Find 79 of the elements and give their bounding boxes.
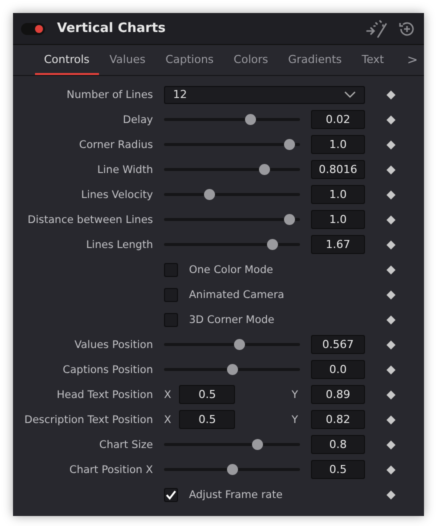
keyframe-diamond-icon[interactable] <box>386 140 396 150</box>
keyframe-diamond-icon[interactable] <box>386 390 396 400</box>
enable-toggle[interactable] <box>21 22 45 34</box>
axis-label: X <box>164 388 172 400</box>
control-label: Number of Lines <box>66 88 153 100</box>
keyframe-diamond-icon[interactable] <box>386 490 396 500</box>
keyframe-diamond-icon[interactable] <box>386 314 396 324</box>
checkbox-label: Animated Camera <box>189 288 284 300</box>
slider-thumb[interactable] <box>284 139 295 150</box>
keyframe-diamond-icon[interactable] <box>386 340 396 350</box>
tab[interactable]: Text <box>352 45 393 75</box>
value-field[interactable]: 0.0 <box>311 360 365 379</box>
keyframe-diamond-icon[interactable] <box>386 414 396 424</box>
slider-thumb[interactable] <box>204 189 215 200</box>
slider-thumb[interactable] <box>226 464 238 475</box>
control-label: Line Width <box>97 164 153 176</box>
control-label: Chart Position X <box>69 464 153 476</box>
more-tabs-button[interactable]: > <box>400 45 424 75</box>
tab[interactable]: Captions <box>156 45 223 75</box>
keyframe-diamond-icon[interactable] <box>386 164 396 174</box>
tab[interactable]: Values <box>100 45 154 75</box>
slider-thumb[interactable] <box>234 339 245 350</box>
control-label: Values Position <box>74 338 153 350</box>
keyframe-diamond-icon[interactable] <box>386 90 396 100</box>
panel-title: Vertical Charts <box>57 21 167 36</box>
tab[interactable]: Controls <box>35 45 98 75</box>
slider-thumb[interactable] <box>259 164 270 175</box>
x-field[interactable]: 0.5 <box>179 385 236 404</box>
keyframe-diamond-icon[interactable] <box>386 114 396 124</box>
value-field[interactable]: 0.567 <box>311 335 365 354</box>
value-field[interactable]: 1.0 <box>311 210 365 229</box>
y-field[interactable]: 0.82 <box>311 410 365 429</box>
slider-thumb[interactable] <box>284 214 295 225</box>
keyframe-diamond-icon[interactable] <box>386 364 396 374</box>
value-field[interactable]: 0.8016 <box>311 160 365 179</box>
slider-thumb[interactable] <box>245 114 256 125</box>
keyframe-diamond-icon[interactable] <box>386 290 396 300</box>
tab[interactable]: Colors <box>224 45 278 75</box>
control-label: Lines Length <box>86 238 153 250</box>
tab[interactable]: Gradients <box>279 45 351 75</box>
value-field[interactable]: 1.0 <box>311 185 365 204</box>
value-field[interactable]: 0.5 <box>311 460 365 479</box>
checkbox[interactable] <box>164 312 178 326</box>
slider-thumb[interactable] <box>266 239 278 250</box>
x-field[interactable]: 0.5 <box>179 410 236 429</box>
control-label: Corner Radius <box>79 138 153 150</box>
slider-thumb[interactable] <box>252 439 262 450</box>
magic-wand-icon[interactable] <box>364 18 390 38</box>
keyframe-diamond-icon[interactable] <box>386 264 396 274</box>
value-field[interactable]: 1.67 <box>311 235 365 254</box>
axis-label: X <box>164 414 172 426</box>
keyframe-diamond-icon[interactable] <box>386 190 396 200</box>
y-field[interactable]: 0.89 <box>311 385 365 404</box>
value-field[interactable]: 0.02 <box>311 110 365 129</box>
control-label: Lines Velocity <box>81 188 153 200</box>
control-label: Captions Position <box>62 364 153 376</box>
dropdown[interactable]: 12 <box>164 86 365 104</box>
control-label: Description Text Position <box>24 414 153 426</box>
checkbox-label: Adjust Frame rate <box>189 488 283 500</box>
checkbox[interactable] <box>164 488 178 502</box>
control-label: Delay <box>122 114 153 126</box>
control-label: Distance between Lines <box>28 214 153 226</box>
keyframe-diamond-icon[interactable] <box>386 440 396 450</box>
reset-icon[interactable] <box>398 20 416 38</box>
chevron-down-icon <box>344 90 356 98</box>
slider-thumb[interactable] <box>226 364 238 375</box>
checkbox-label: One Color Mode <box>189 264 274 276</box>
control-label: Chart Size <box>99 438 153 450</box>
checkbox[interactable] <box>164 262 178 276</box>
keyframe-diamond-icon[interactable] <box>386 464 396 474</box>
keyframe-diamond-icon[interactable] <box>386 240 396 250</box>
axis-label: Y <box>292 388 298 400</box>
value-field[interactable]: 1.0 <box>311 135 365 154</box>
control-label: Head Text Position <box>56 388 153 400</box>
checkbox-label: 3D Corner Mode <box>189 314 274 326</box>
value-field[interactable]: 0.8 <box>311 435 365 454</box>
checkbox[interactable] <box>164 288 178 302</box>
axis-label: Y <box>292 414 298 426</box>
keyframe-diamond-icon[interactable] <box>386 214 396 224</box>
